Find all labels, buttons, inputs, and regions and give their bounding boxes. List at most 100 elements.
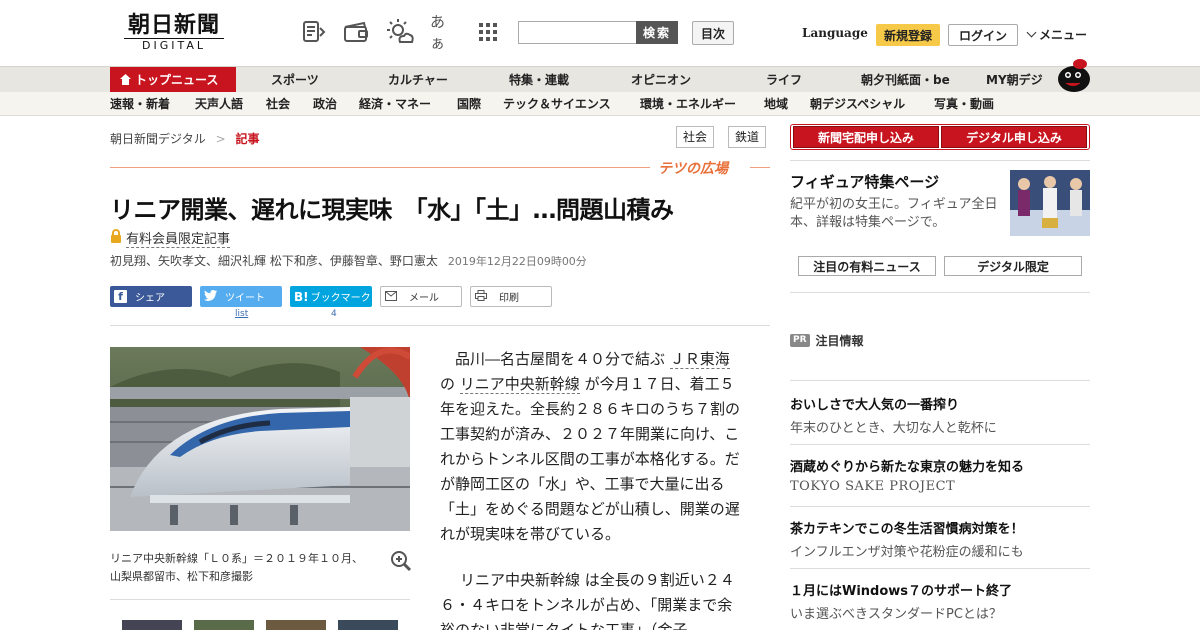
- nav-environment[interactable]: 環境・エネルギー: [640, 92, 736, 116]
- ad-title[interactable]: 酒蔵めぐりから新たな東京の魅力を知る: [790, 456, 1024, 475]
- article-paragraph-2: リニア中央新幹線 は全長の９割近い２４６・４キロをトンネルが占め、「開業まで余裕…: [440, 568, 744, 630]
- feature-image[interactable]: [1010, 170, 1090, 236]
- zoom-icon[interactable]: [390, 550, 412, 572]
- feature-description: 紀平が初の女王に。フィギュア全日本、詳報は特集ページで。: [790, 197, 998, 230]
- series-divider-left: [110, 167, 650, 168]
- language-link[interactable]: Language: [802, 26, 868, 40]
- article-byline: 初見翔、矢吹孝文、細沢礼輝 松下和彦、伊藤智章、野口憲太 2019年12月22日0…: [110, 252, 587, 269]
- ad-divider: [790, 568, 1090, 569]
- breadcrumb-root[interactable]: 朝日新聞デジタル: [110, 132, 206, 146]
- members-only-label[interactable]: 有料会員限定記事: [126, 228, 231, 248]
- hatena-bookmark-button[interactable]: B! ブックマーク: [290, 286, 372, 307]
- series-divider-right: [750, 167, 770, 168]
- nav-culture[interactable]: カルチャー: [388, 67, 448, 93]
- tag-railway[interactable]: 鉄道: [728, 126, 767, 148]
- mail-icon: [385, 290, 397, 304]
- menu-label: メニュー: [1039, 28, 1088, 42]
- photo-thumbnail[interactable]: [194, 620, 254, 630]
- breadcrumb-separator: >: [215, 132, 226, 146]
- print-button[interactable]: 印刷: [470, 286, 552, 307]
- search-input[interactable]: [518, 21, 636, 44]
- print-icon: [475, 289, 487, 304]
- nav-tensei-jingo[interactable]: 天声人語: [195, 92, 243, 116]
- site-header: 朝日新聞 DIGITAL あぁ 検索 目次 Language 新規登録 ログイン…: [0, 0, 1200, 66]
- newspaper-icon[interactable]: [300, 18, 328, 46]
- paid-news-button[interactable]: 注目の有料ニュース: [798, 256, 936, 276]
- search-button[interactable]: 検索: [636, 21, 678, 44]
- article-photo[interactable]: [110, 347, 410, 531]
- nav-society[interactable]: 社会: [266, 92, 290, 116]
- pr-section-header: PR 注目情報: [790, 332, 864, 349]
- nav-top-news[interactable]: トップニュース: [110, 67, 236, 93]
- twitter-share-button[interactable]: ツイート: [200, 286, 282, 307]
- feature-title[interactable]: フィギュア特集ページ: [790, 171, 939, 192]
- toc-button[interactable]: 目次: [692, 21, 734, 45]
- article-divider: [110, 325, 770, 326]
- weather-icon[interactable]: [386, 18, 414, 46]
- mail-share-button[interactable]: メール: [380, 286, 462, 307]
- ad-title[interactable]: 茶カテキンでこの冬生活習慣病対策を！: [790, 518, 1024, 537]
- mascot-icon: [1056, 58, 1092, 92]
- apps-grid-icon[interactable]: [474, 18, 502, 46]
- tag-society[interactable]: 社会: [676, 126, 715, 148]
- print-label: 印刷: [499, 293, 519, 304]
- nav-breaking[interactable]: 速報・新着: [110, 92, 170, 116]
- photo-caption: リニア中央新幹線「Ｌ０系」＝２０１９年１０月、山梨県都留市、松下和彦撮影: [110, 552, 363, 583]
- nav-life[interactable]: ライフ: [766, 67, 802, 93]
- breadcrumb-current: 記事: [235, 132, 260, 146]
- nav-international[interactable]: 国際: [457, 92, 481, 116]
- secondary-nav: 速報・新着 天声人語 社会 政治 経済・マネー 国際 テック＆サイエンス 環境・…: [0, 92, 1200, 116]
- nav-special[interactable]: 朝デジスペシャル: [810, 92, 905, 116]
- ad-title[interactable]: １月にはWindows７のサポート終了: [790, 580, 1012, 599]
- bookmark-label: ブックマーク: [310, 293, 371, 304]
- nav-opinion[interactable]: オピニオン: [631, 67, 691, 93]
- linear-shinkansen-link[interactable]: リニア中央新幹線: [459, 375, 580, 394]
- digital-only-button[interactable]: デジタル限定: [944, 256, 1082, 276]
- article-paragraph-1: 品川―名古屋間を４０分で結ぶ ＪＲ東海 の リニア中央新幹線 が今月１７日、着工…: [440, 347, 744, 547]
- nav-newspaper[interactable]: 朝夕刊紙面・be: [861, 67, 950, 93]
- logo-sub-text: DIGITAL: [124, 38, 224, 53]
- tweet-label: ツイート: [225, 293, 265, 304]
- font-size-icon[interactable]: あぁ: [430, 13, 458, 52]
- nav-economy[interactable]: 経済・マネー: [359, 92, 431, 116]
- article-title: リニア開業、遅れに現実味 「水」「土」…問題山積み: [110, 196, 674, 224]
- photo-thumbnail[interactable]: [338, 620, 398, 630]
- ad-divider: [790, 506, 1090, 507]
- nav-photo-video[interactable]: 写真・動画: [934, 92, 994, 116]
- hatena-icon: B!: [294, 289, 309, 304]
- menu-button[interactable]: メニュー: [1026, 26, 1087, 43]
- signup-button[interactable]: 新規登録: [876, 24, 940, 46]
- photo-thumbnail[interactable]: [122, 620, 182, 630]
- home-icon: [120, 68, 131, 94]
- pr-badge: PR: [790, 334, 810, 347]
- nav-sports[interactable]: スポーツ: [271, 67, 319, 93]
- newspaper-subscribe-button[interactable]: 新聞宅配申し込み: [793, 126, 939, 148]
- logo-main-text: 朝日新聞: [127, 12, 220, 38]
- nav-features[interactable]: 特集・連載: [509, 67, 569, 93]
- paragraph-text: が今月１７日、着工５年を迎えた。全長約２８６キロのうち７割の工事契約が済み、２０…: [440, 375, 741, 543]
- ad-title[interactable]: おいしさで大人気の一番搾り: [790, 394, 959, 413]
- digital-subscribe-button[interactable]: デジタル申し込み: [941, 126, 1087, 148]
- nav-tech[interactable]: テック＆サイエンス: [503, 92, 611, 116]
- facebook-share-button[interactable]: f シェア: [110, 286, 192, 307]
- twitter-count-link[interactable]: list: [235, 309, 248, 319]
- linear-shinkansen-link[interactable]: リニア中央新幹線: [460, 571, 580, 589]
- article-date: 2019年12月22日09時00分: [447, 255, 587, 268]
- login-button[interactable]: ログイン: [948, 24, 1018, 46]
- paragraph-text: の: [440, 375, 456, 393]
- ad-subtitle: 年末のひととき、大切な人と乾杯に: [790, 421, 997, 436]
- sidebar-divider: [790, 292, 1090, 293]
- pr-section-title: 注目情報: [815, 334, 864, 348]
- nav-regional[interactable]: 地域: [764, 92, 788, 116]
- photo-thumbnail[interactable]: [266, 620, 326, 630]
- wallet-icon[interactable]: [342, 18, 370, 46]
- asahi-digital-logo[interactable]: 朝日新聞 DIGITAL: [118, 12, 230, 54]
- nav-my-asadigi[interactable]: MY朝デジ: [986, 67, 1043, 93]
- mail-label: メール: [409, 293, 439, 304]
- hatena-count[interactable]: 4: [331, 309, 337, 319]
- caption-divider: [110, 599, 410, 600]
- jr-tokai-link[interactable]: ＪＲ東海: [669, 350, 730, 369]
- ad-subtitle: いま選ぶべきスタンダードPCとは？: [790, 607, 1002, 622]
- nav-politics[interactable]: 政治: [313, 92, 337, 116]
- series-name[interactable]: テツの広場: [658, 158, 728, 178]
